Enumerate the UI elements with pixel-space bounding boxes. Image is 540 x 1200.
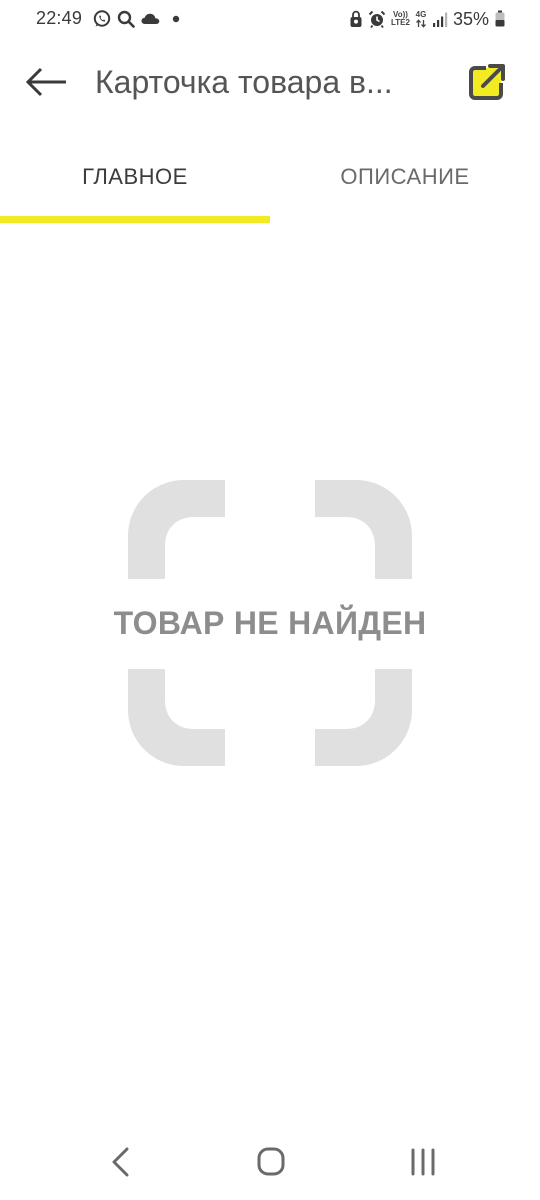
tab-bar: ГЛАВНОЕ ОПИСАНИЕ: [0, 126, 540, 224]
battery-percent: 35%: [452, 8, 489, 29]
nav-recent-icon: [411, 1148, 435, 1176]
open-external-button[interactable]: [466, 60, 510, 104]
status-bar: 22:49 Vo)) LTE2 4G 35%: [0, 0, 540, 40]
lock-icon: [350, 10, 362, 27]
volte-bottom-label: LTE2: [391, 18, 410, 27]
back-button[interactable]: [22, 62, 70, 102]
status-time: 22:49: [36, 8, 83, 28]
dot-icon: [172, 15, 180, 23]
nav-home-button[interactable]: [241, 1140, 301, 1184]
status-left-icons: [92, 9, 182, 29]
nav-back-button[interactable]: [91, 1140, 151, 1184]
data-arrows-icon: [415, 18, 426, 28]
4g-icon: 4G: [415, 9, 427, 28]
nav-home-icon: [257, 1147, 285, 1176]
battery-icon: [495, 10, 505, 27]
not-found-placeholder: ТОВАР НЕ НАЙДЕН: [0, 224, 540, 1104]
search-icon: [117, 10, 135, 28]
system-nav-bar: [0, 1120, 540, 1200]
page-title: Карточка товара в...: [95, 64, 393, 100]
tab-main[interactable]: ГЛАВНОЕ: [0, 126, 270, 224]
volte-icon: Vo)) LTE2: [391, 11, 410, 27]
network-type-label: 4G: [415, 9, 427, 19]
active-tab-indicator: [0, 216, 270, 223]
signal-icon: [432, 12, 448, 27]
not-found-message: ТОВАР НЕ НАЙДЕН: [113, 605, 427, 641]
nav-back-icon: [112, 1147, 129, 1177]
alarm-icon: [368, 10, 386, 29]
whatsapp-icon: [93, 10, 111, 27]
status-right-icons: Vo)) LTE2 4G 35%: [349, 7, 506, 31]
app-bar: Карточка товара в...: [0, 40, 540, 126]
cloud-icon: [141, 13, 160, 24]
arrow-left-icon: [25, 67, 66, 97]
tab-main-label: ГЛАВНОЕ: [82, 164, 188, 189]
open-external-icon: [469, 64, 505, 100]
tab-description[interactable]: ОПИСАНИЕ: [270, 126, 540, 224]
nav-recent-apps-button[interactable]: [393, 1140, 453, 1184]
tab-description-label: ОПИСАНИЕ: [340, 164, 470, 189]
